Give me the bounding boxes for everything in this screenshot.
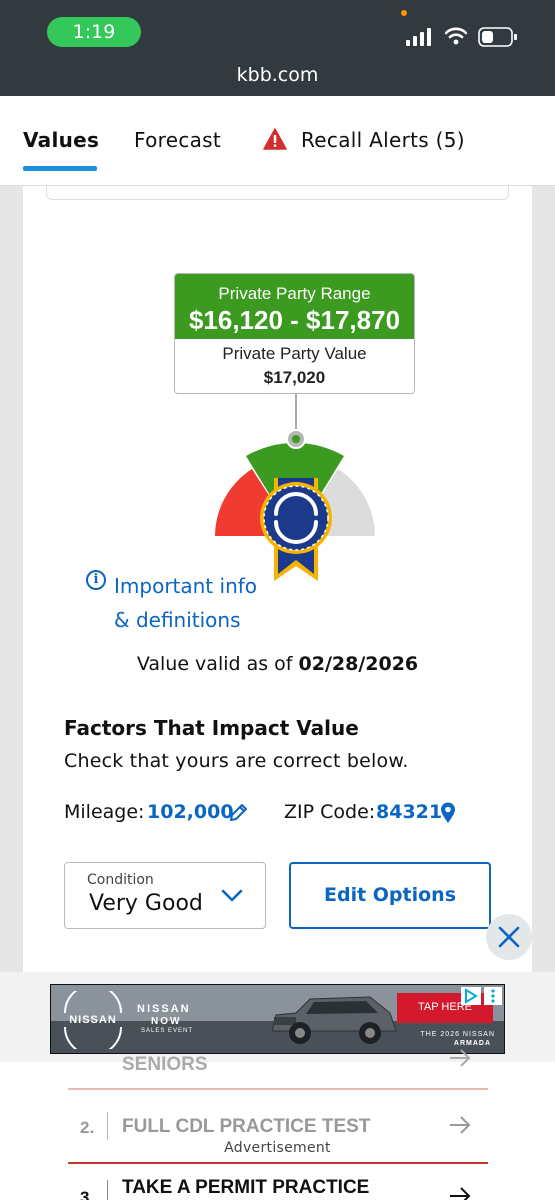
value-valid-line: Value valid as of 02/28/2026	[0, 653, 555, 675]
range-label: Private Party Range	[218, 284, 371, 303]
factors-title: Factors That Impact Value	[64, 716, 359, 740]
ad-brand-now: NISSAN	[137, 1003, 191, 1015]
edit-options-button[interactable]: Edit Options	[289, 862, 491, 929]
battery-icon	[478, 27, 517, 47]
list-item-3-text[interactable]: TAKE A PERMIT PRACTICE	[122, 1177, 369, 1199]
definitions-link[interactable]: & definitions	[114, 608, 241, 632]
suggested-list: SENIORS 2. FULL CDL PRACTICE TEST Advert…	[0, 1049, 555, 1200]
list-divider-red	[68, 1162, 488, 1164]
list-separator	[107, 1180, 108, 1200]
value-valid-date: 02/28/2026	[298, 653, 419, 675]
ad-now: NOW	[151, 1016, 182, 1027]
range-header: Private Party Range $16,120 - $17,870	[175, 274, 414, 339]
info-icon[interactable]: i	[86, 570, 106, 590]
ad-banner[interactable]: NISSAN NISSAN NOW SALES EVENT TAP HERE T…	[50, 984, 505, 1054]
active-tab-indicator	[23, 166, 97, 171]
tab-forecast[interactable]: Forecast	[134, 128, 221, 152]
factors-subtitle: Check that yours are correct below.	[64, 750, 409, 772]
value-valid-label: Value valid as of	[136, 653, 293, 675]
location-pin-icon[interactable]	[440, 802, 456, 824]
ad-tagline-2: ARMADA	[453, 1040, 491, 1047]
list-divider	[68, 1088, 488, 1090]
tab-recall-alerts[interactable]: Recall Alerts (5)	[301, 128, 465, 152]
private-party-value-label: Private Party Value	[222, 344, 367, 363]
previous-section-edge	[46, 186, 509, 200]
privacy-indicator-dot	[401, 10, 407, 16]
list-item-2-text[interactable]: FULL CDL PRACTICE TEST	[122, 1116, 370, 1138]
zip-label: ZIP Code:	[284, 801, 376, 823]
range-value: $16,120 - $17,870	[188, 305, 401, 335]
list-item-3-number: 3.	[80, 1188, 95, 1200]
list-separator	[107, 1112, 108, 1140]
list-item-0-text[interactable]: SENIORS	[122, 1054, 208, 1076]
ad-suv-image	[271, 996, 397, 1044]
adchoices-icon[interactable]	[461, 987, 481, 1005]
ad-sales-event: SALES EVENT	[141, 1028, 194, 1034]
condition-select[interactable]: Condition Very Good	[64, 862, 266, 929]
tab-values[interactable]: Values	[23, 128, 99, 152]
important-info-link[interactable]: Important info	[114, 574, 257, 598]
ad-more-icon[interactable]	[484, 987, 502, 1005]
arrow-right-icon[interactable]	[448, 1186, 472, 1200]
status-time: 1:19	[47, 17, 141, 47]
arrow-right-icon[interactable]	[448, 1048, 472, 1068]
zip-value[interactable]: 84321	[376, 801, 442, 823]
pencil-icon[interactable]	[228, 803, 248, 823]
wifi-icon	[445, 27, 467, 45]
chevron-down-icon	[221, 889, 243, 902]
arrow-right-icon[interactable]	[448, 1115, 472, 1135]
close-icon	[498, 926, 520, 948]
mileage-label: Mileage:	[64, 801, 145, 823]
close-ad-button[interactable]	[486, 914, 532, 960]
warning-triangle-icon	[263, 128, 287, 150]
ad-tagline-1: THE 2026 NISSAN	[420, 1031, 495, 1038]
private-party-value: $17,020	[263, 368, 326, 387]
value-gauge	[215, 429, 375, 581]
list-item-2-number: 2.	[80, 1118, 95, 1137]
signal-icon	[406, 28, 431, 46]
price-range-box: Private Party Range $16,120 - $17,870 Pr…	[174, 273, 415, 394]
mileage-value[interactable]: 102,000	[147, 801, 234, 823]
address-bar-url[interactable]: kbb.com	[0, 64, 555, 86]
condition-value: Very Good	[89, 891, 203, 916]
condition-label: Condition	[87, 872, 154, 888]
advertisement-label: Advertisement	[224, 1140, 331, 1156]
ad-brand: NISSAN	[69, 1014, 117, 1026]
